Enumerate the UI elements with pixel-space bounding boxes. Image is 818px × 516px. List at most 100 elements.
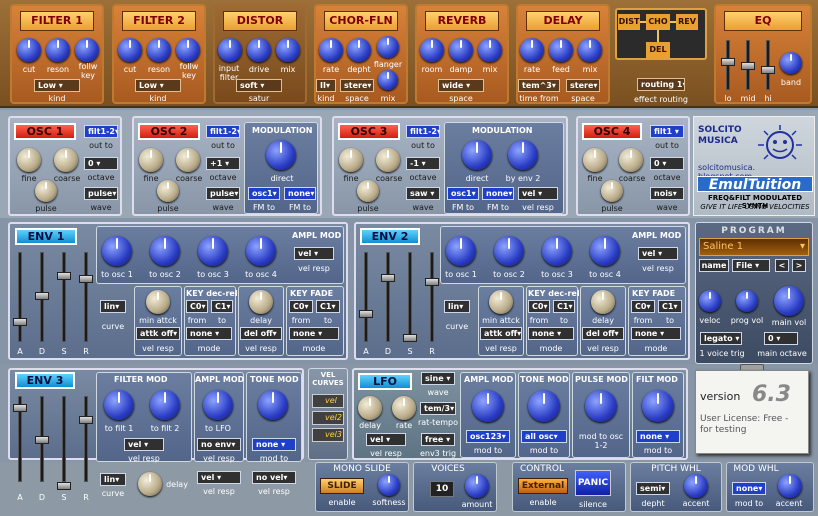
env2-min-attack-knob[interactable] <box>489 290 513 314</box>
env2-to-osc2-knob[interactable] <box>494 236 524 266</box>
filter1-follow-key-knob[interactable] <box>75 38 99 62</box>
mono-softness-knob[interactable] <box>378 474 400 496</box>
env3-filter-vel-select[interactable]: vel ▾ <box>124 438 164 451</box>
lfo-ampl-mod-to-select[interactable]: osc123▾ <box>466 430 510 443</box>
distor-satur-select[interactable]: soft ▾ <box>236 79 282 92</box>
env1-keyfade-mode-select[interactable]: none ▾ <box>289 327 339 340</box>
osc2-out-select[interactable]: filt1-2▾ <box>206 125 240 138</box>
osc1-pulse-knob[interactable] <box>35 180 57 202</box>
osc3-env2-knob[interactable] <box>508 140 538 170</box>
program-veloc-knob[interactable] <box>699 290 721 312</box>
lfo-trigger-select[interactable]: free ▾ <box>421 433 455 446</box>
osc3-vel-select[interactable]: vel ▾ <box>518 187 558 200</box>
eq-lo-fader[interactable] <box>721 58 735 66</box>
osc2-coarse-knob[interactable] <box>176 148 200 172</box>
env2-keyfade-mode-select[interactable]: none ▾ <box>631 327 681 340</box>
reverb-damp-knob[interactable] <box>449 38 473 62</box>
env2-decay-fader[interactable] <box>381 274 395 282</box>
reverb-space-select[interactable]: wide ▾ <box>438 79 484 92</box>
voices-amount-knob[interactable] <box>465 474 489 498</box>
env1-to-osc3-knob[interactable] <box>198 236 228 266</box>
osc1-fine-knob[interactable] <box>17 148 41 172</box>
lfo-filt-mod-knob[interactable] <box>642 390 674 422</box>
osc1-coarse-knob[interactable] <box>54 148 78 172</box>
osc2-pulse-knob[interactable] <box>157 180 179 202</box>
env2-keyfade-from-select[interactable]: C0▾ <box>631 300 655 313</box>
osc3-pulse-knob[interactable] <box>357 180 379 202</box>
osc3-fm-to-select[interactable]: none▾ <box>482 187 514 200</box>
program-name-display[interactable]: Saline 1 ▾ <box>699 238 809 256</box>
routing-select[interactable]: routing 1▾ <box>637 78 685 91</box>
env1-min-attack-knob[interactable] <box>146 290 170 314</box>
env1-keydec-mode-select[interactable]: none ▾ <box>186 327 232 340</box>
osc3-out-select[interactable]: filt1-2▾ <box>406 125 440 138</box>
program-prev-button[interactable]: < <box>775 259 789 272</box>
env1-keydec-from-select[interactable]: C0▾ <box>186 300 208 313</box>
env3-delay-knob[interactable] <box>138 472 162 496</box>
env2-to-osc1-knob[interactable] <box>446 236 476 266</box>
env3-to-lfo-knob[interactable] <box>203 390 233 420</box>
env2-keydec-from-select[interactable]: C0▾ <box>528 300 550 313</box>
env1-delay-knob[interactable] <box>249 290 273 314</box>
env1-attack-vel-select[interactable]: attk off▾ <box>136 327 180 340</box>
env3-to-filt2-knob[interactable] <box>150 390 180 420</box>
osc4-coarse-knob[interactable] <box>619 148 643 172</box>
env1-curve-select[interactable]: lin▾ <box>100 300 126 313</box>
env2-to-osc4-knob[interactable] <box>590 236 620 266</box>
env1-release-fader[interactable] <box>79 275 93 283</box>
env2-keydec-to-select[interactable]: C1▾ <box>553 300 575 313</box>
delay-feed-knob[interactable] <box>549 38 573 62</box>
osc2-wave-select[interactable]: pulse▾ <box>206 187 240 200</box>
env2-delay-vel-select[interactable]: del off▾ <box>582 327 624 340</box>
filter1-reson-knob[interactable] <box>46 38 70 62</box>
reverb-mix-knob[interactable] <box>478 38 502 62</box>
osc4-out-select[interactable]: filt1 ▾ <box>650 125 684 138</box>
program-main-octave-select[interactable]: 0 ▾ <box>764 332 798 345</box>
env1-keydec-to-select[interactable]: C1▾ <box>211 300 233 313</box>
osc1-out-select[interactable]: filt1-2▾ <box>84 125 118 138</box>
delay-time-select[interactable]: tem^3▾ <box>518 79 560 92</box>
env1-to-osc4-knob[interactable] <box>246 236 276 266</box>
osc4-wave-select[interactable]: nois▾ <box>650 187 684 200</box>
reverb-room-knob[interactable] <box>420 38 444 62</box>
osc3-octave-select[interactable]: -1 ▾ <box>406 157 440 170</box>
env2-release-fader[interactable] <box>425 278 439 286</box>
lfo-tone-mod-to-select[interactable]: all osc▾ <box>521 430 567 443</box>
filter2-follow-key-knob[interactable] <box>176 38 200 62</box>
filter2-cut-knob[interactable] <box>118 38 142 62</box>
osc1-octave-select[interactable]: 0 ▾ <box>84 157 118 170</box>
chorfln-rate-knob[interactable] <box>319 38 343 62</box>
env2-ampl-vel-select[interactable]: vel ▾ <box>638 247 678 260</box>
osc3-wave-select[interactable]: saw ▾ <box>406 187 440 200</box>
distor-mix-knob[interactable] <box>276 38 300 62</box>
distor-input-filter-knob[interactable] <box>218 38 242 62</box>
lfo-vel-select[interactable]: vel ▾ <box>366 433 406 446</box>
env2-curve-select[interactable]: lin▾ <box>444 300 470 313</box>
osc2-direct-knob[interactable] <box>266 140 296 170</box>
lfo-wave-select[interactable]: sine ▾ <box>421 372 455 385</box>
env2-keyfade-to-select[interactable]: C1▾ <box>658 300 682 313</box>
lfo-ampl-mod-knob[interactable] <box>472 390 504 422</box>
vel-curve-2[interactable]: vel2 <box>312 411 344 425</box>
vel-curve-1[interactable]: vel <box>312 394 344 408</box>
env3-attack-fader[interactable] <box>13 404 27 412</box>
chorfln-flanger-knob[interactable] <box>377 36 399 58</box>
delay-mix-knob[interactable] <box>578 38 602 62</box>
env3-tone-mod-knob[interactable] <box>258 390 288 420</box>
env1-sustain-fader[interactable] <box>57 272 71 280</box>
osc4-octave-select[interactable]: 0 ▾ <box>650 157 684 170</box>
program-name-button[interactable]: name <box>699 259 729 272</box>
filter2-reson-knob[interactable] <box>147 38 171 62</box>
osc3-fine-knob[interactable] <box>339 148 363 172</box>
vel-curve-3[interactable]: vel3 <box>312 428 344 442</box>
eq-band-knob[interactable] <box>780 52 802 74</box>
env2-attack-vel-select[interactable]: attk off▾ <box>480 327 522 340</box>
env3-ampl-vel-select[interactable]: no env▾ <box>197 438 241 451</box>
program-next-button[interactable]: > <box>792 259 806 272</box>
env1-keyfade-to-select[interactable]: C1▾ <box>316 300 340 313</box>
delay-rate-knob[interactable] <box>520 38 544 62</box>
chorfln-kind-select[interactable]: II▾ <box>316 79 336 92</box>
program-file-button[interactable]: File ▾ <box>732 259 770 272</box>
panic-button[interactable]: PANIC <box>575 470 611 496</box>
control-external-button[interactable]: External <box>518 478 568 494</box>
